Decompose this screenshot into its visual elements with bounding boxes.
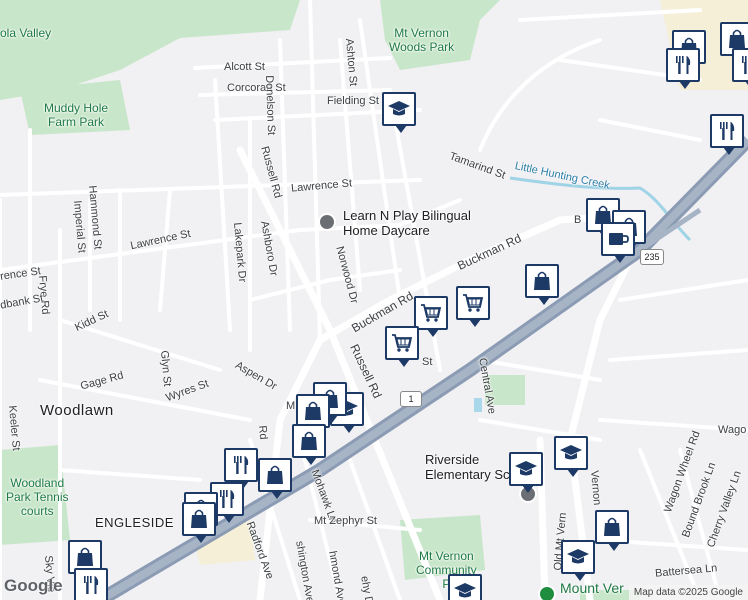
shopping-bag-icon — [187, 507, 211, 531]
restaurant-marker[interactable] — [666, 48, 700, 89]
restaurant-marker[interactable] — [224, 448, 258, 489]
google-logo[interactable]: Google — [4, 576, 63, 596]
store-marker[interactable] — [296, 394, 330, 435]
restaurant-icon — [715, 119, 739, 143]
school-icon — [559, 441, 583, 465]
street-label-alcott: Alcott St — [224, 61, 265, 73]
street-label-corcoran: Corcoran St — [227, 82, 286, 94]
shopping-cart-icon — [419, 301, 443, 325]
restaurant-icon — [229, 453, 253, 477]
restaurant-icon — [79, 573, 103, 597]
street-label-rd-short: Rd — [256, 425, 270, 441]
shopping-bag-icon — [297, 429, 321, 453]
shopping-cart-icon — [461, 291, 485, 315]
park-label-mt-vernon-woods: Mt Vernon Woods Park — [389, 26, 455, 54]
school-icon — [387, 97, 411, 121]
store-marker[interactable] — [258, 458, 292, 499]
park-pin-mount-vernon[interactable] — [538, 585, 556, 600]
restaurant-marker[interactable] — [710, 114, 744, 155]
street-label-st-short: St — [422, 356, 433, 368]
store-marker[interactable] — [182, 502, 216, 543]
park-label-muddy-hole: Muddy Hole Farm Park — [44, 101, 109, 129]
restaurant-marker[interactable] — [74, 568, 108, 600]
school-icon — [453, 579, 477, 600]
map-canvas[interactable]: Alcott St Corcoran St Donelson St Ashton… — [0, 0, 748, 600]
shopping-bag-icon — [600, 515, 624, 539]
restaurant-icon — [671, 53, 695, 77]
shopping-bag-icon — [530, 269, 554, 293]
shopping-cart-icon — [390, 331, 414, 355]
street-label-wago: Wago — [718, 424, 747, 436]
grocery-marker[interactable] — [456, 286, 490, 327]
coffee-icon — [606, 227, 630, 251]
shopping-bag-icon — [263, 463, 287, 487]
school-icon — [514, 457, 538, 481]
street-label-donelson: Donelson St — [263, 75, 278, 136]
place-label-mount-vernon[interactable]: Mount Ver — [560, 580, 624, 596]
cafe-marker[interactable] — [601, 222, 635, 263]
store-marker[interactable] — [525, 264, 559, 305]
area-label-engleside: ENGLESIDE — [95, 515, 174, 530]
restaurant-icon — [215, 487, 239, 511]
school-marker[interactable] — [509, 452, 543, 493]
street-label-fielding: Fielding St — [327, 95, 379, 107]
daycare-pin[interactable] — [318, 213, 336, 231]
school-marker[interactable] — [382, 92, 416, 133]
street-label-m-short: M — [286, 400, 296, 412]
shopping-bag-icon — [73, 545, 97, 569]
map-base-layer — [0, 0, 748, 600]
restaurant-icon — [737, 53, 748, 77]
street-label-buckman-3: B — [574, 214, 582, 226]
route-shield-us1: 1 — [400, 391, 422, 407]
restaurant-marker[interactable] — [732, 48, 748, 89]
school-icon — [566, 545, 590, 569]
map-attribution[interactable]: Map data ©2025 Google — [628, 585, 748, 600]
park-label-pohick: ola Valley — [0, 26, 52, 40]
shopping-bag-icon — [301, 399, 325, 423]
grocery-marker[interactable] — [414, 296, 448, 337]
area-label-woodlawn: Woodlawn — [40, 402, 114, 419]
place-label-learn-n-play[interactable]: Learn N Play Bilingual Home Daycare — [343, 208, 471, 238]
store-marker[interactable] — [292, 424, 326, 465]
store-marker[interactable] — [595, 510, 629, 551]
park-label-woodland: Woodland Park Tennis courts — [6, 476, 69, 518]
grocery-marker[interactable] — [385, 326, 419, 367]
school-marker[interactable] — [448, 574, 482, 600]
street-label-mt-zephyr: Mt Zephyr St — [314, 515, 377, 527]
school-marker[interactable] — [561, 540, 595, 581]
school-marker[interactable] — [554, 436, 588, 477]
route-shield-va235: 235 — [640, 249, 664, 265]
